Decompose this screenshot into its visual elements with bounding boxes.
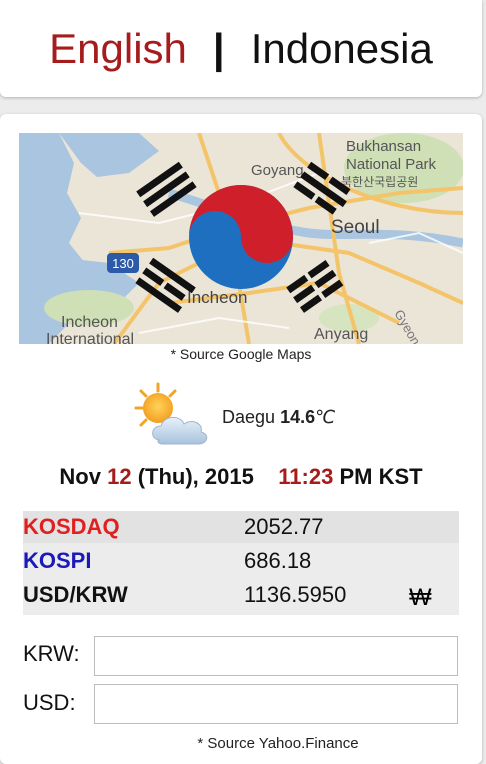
weather-city: Daegu [222, 406, 276, 427]
market-row-usdkrw: USD/KRW 1136.5950 ₩ [23, 579, 459, 611]
svg-text:북한산국립공원: 북한산국립공원 [341, 175, 418, 189]
weather-reading: Daegu 14.6℃ [222, 407, 335, 428]
map-source-note: * Source Google Maps [170, 346, 312, 362]
krw-label: KRW: [23, 641, 80, 666]
market-name: KOSPI [23, 548, 92, 573]
krw-input[interactable] [94, 636, 458, 676]
date-day: 12 [107, 464, 132, 489]
seoul-map-image: 130 Bukhansan National Park 북한산국립공원 Goya… [19, 133, 463, 344]
usd-label: USD: [23, 690, 76, 715]
market-name: KOSDAQ [23, 514, 120, 539]
svg-text:130: 130 [112, 256, 134, 271]
svg-text:Incheon: Incheon [61, 314, 118, 331]
current-datetime: Nov 12 (Thu), 2015 11:23 PM KST [0, 464, 482, 490]
language-indonesia-link[interactable]: Indonesia [251, 25, 433, 73]
market-row-kospi: KOSPI 686.18 [23, 545, 459, 577]
svg-text:Incheon: Incheon [187, 288, 248, 307]
svg-text:Seoul: Seoul [331, 217, 380, 238]
language-separator: | [212, 24, 225, 72]
svg-text:National Park: National Park [346, 156, 437, 173]
market-table: KOSDAQ 2052.77 KOSPI 686.18 USD/KRW 1136… [23, 511, 459, 615]
market-value: 2052.77 [244, 514, 324, 539]
won-currency-icon: ₩ [409, 584, 432, 611]
time-suffix: PM KST [339, 464, 423, 489]
svg-text:Bukhansan: Bukhansan [346, 138, 421, 155]
date-month: Nov [59, 464, 101, 489]
language-switcher: English | Indonesia [0, 0, 482, 97]
market-value: 686.18 [244, 548, 312, 573]
weather-panel: Daegu 14.6℃ [128, 382, 335, 452]
weather-unit: ℃ [315, 406, 336, 427]
svg-text:Goyang: Goyang [251, 162, 304, 179]
market-name: USD/KRW [23, 582, 128, 607]
usd-input[interactable] [94, 684, 458, 724]
svg-text:International: International [46, 331, 134, 344]
svg-text:Anyang: Anyang [314, 326, 368, 343]
date-weekday-year: (Thu), 2015 [137, 464, 254, 489]
partly-cloudy-icon [128, 380, 212, 455]
info-card: 130 Bukhansan National Park 북한산국립공원 Goya… [0, 114, 482, 764]
market-value: 1136.5950 [244, 582, 347, 607]
weather-temperature: 14.6 [280, 406, 316, 427]
language-english-link[interactable]: English [49, 25, 187, 73]
finance-source-note: * Source Yahoo.Finance [197, 735, 359, 752]
market-row-kosdaq: KOSDAQ 2052.77 [23, 511, 459, 543]
time-hour-minute: 11:23 [278, 464, 334, 489]
